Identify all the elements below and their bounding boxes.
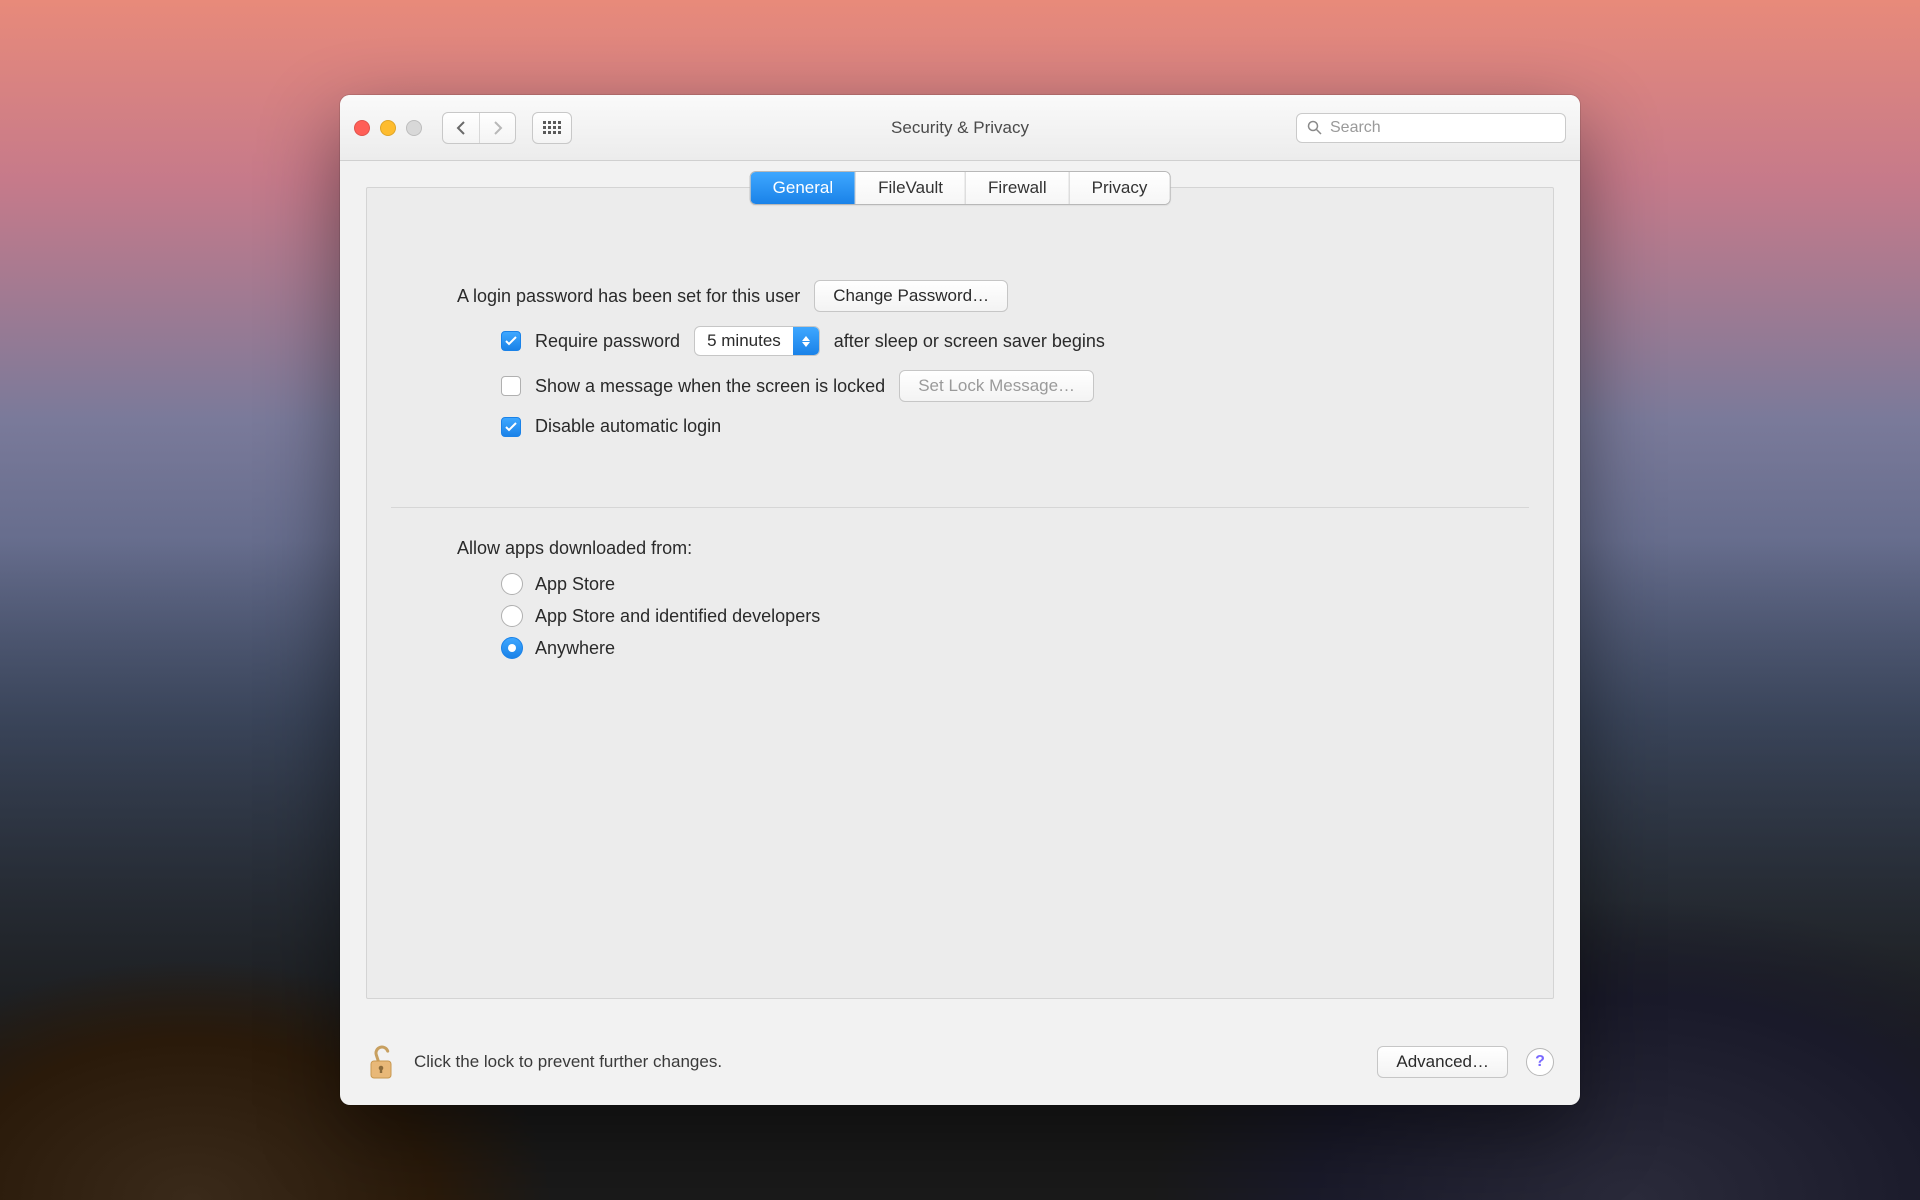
radio-button bbox=[501, 605, 523, 627]
chevron-left-icon bbox=[456, 121, 467, 135]
gatekeeper-option-identified[interactable]: App Store and identified developers bbox=[501, 605, 1463, 627]
back-button[interactable] bbox=[443, 113, 479, 143]
advanced-button[interactable]: Advanced… bbox=[1377, 1046, 1508, 1078]
password-status-text: A login password has been set for this u… bbox=[457, 286, 800, 307]
tab-general[interactable]: General bbox=[751, 172, 855, 204]
lock-button[interactable] bbox=[366, 1043, 396, 1081]
nav-buttons bbox=[442, 112, 516, 144]
gatekeeper-option-app-store[interactable]: App Store bbox=[501, 573, 1463, 595]
show-message-label: Show a message when the screen is locked bbox=[535, 376, 885, 397]
search-icon bbox=[1307, 120, 1322, 135]
require-password-checkbox[interactable] bbox=[501, 331, 521, 351]
disable-auto-login-label: Disable automatic login bbox=[535, 416, 721, 437]
set-lock-message-button: Set Lock Message… bbox=[899, 370, 1094, 402]
require-password-row: Require password 5 minutes after sleep o… bbox=[457, 326, 1463, 356]
check-icon bbox=[505, 336, 517, 346]
footer: Click the lock to prevent further change… bbox=[340, 1025, 1580, 1105]
radio-button bbox=[501, 573, 523, 595]
tab-firewall[interactable]: Firewall bbox=[965, 172, 1069, 204]
require-password-label-before: Require password bbox=[535, 331, 680, 352]
content-area: General FileVault Firewall Privacy A log… bbox=[340, 161, 1580, 1025]
gatekeeper-option-anywhere[interactable]: Anywhere bbox=[501, 637, 1463, 659]
unlocked-lock-icon bbox=[366, 1043, 396, 1081]
radio-label: Anywhere bbox=[535, 638, 615, 659]
search-field[interactable] bbox=[1296, 113, 1566, 143]
disable-auto-login-checkbox[interactable] bbox=[501, 417, 521, 437]
window-controls bbox=[354, 120, 422, 136]
main-panel: General FileVault Firewall Privacy A log… bbox=[366, 187, 1554, 999]
help-button[interactable]: ? bbox=[1526, 1048, 1554, 1076]
password-section: A login password has been set for this u… bbox=[367, 228, 1553, 467]
tab-privacy[interactable]: Privacy bbox=[1069, 172, 1170, 204]
grid-icon bbox=[543, 121, 561, 134]
disable-auto-login-row: Disable automatic login bbox=[457, 416, 1463, 437]
require-password-delay-select[interactable]: 5 minutes bbox=[694, 326, 820, 356]
preferences-window: Security & Privacy General FileVault Fir… bbox=[340, 95, 1580, 1105]
lock-hint-text: Click the lock to prevent further change… bbox=[414, 1052, 722, 1072]
radio-button bbox=[501, 637, 523, 659]
change-password-button[interactable]: Change Password… bbox=[814, 280, 1008, 312]
gatekeeper-options: App Store App Store and identified devel… bbox=[457, 573, 1463, 659]
gatekeeper-heading: Allow apps downloaded from: bbox=[457, 538, 1463, 559]
show-message-checkbox[interactable] bbox=[501, 376, 521, 396]
radio-label: App Store bbox=[535, 574, 615, 595]
close-window-button[interactable] bbox=[354, 120, 370, 136]
gatekeeper-section: Allow apps downloaded from: App Store Ap… bbox=[367, 508, 1553, 689]
chevron-right-icon bbox=[492, 121, 503, 135]
show-all-button[interactable] bbox=[532, 112, 572, 144]
stepper-icon bbox=[793, 327, 819, 355]
require-password-label-after: after sleep or screen saver begins bbox=[834, 331, 1105, 352]
select-value: 5 minutes bbox=[695, 331, 793, 351]
show-message-row: Show a message when the screen is locked… bbox=[457, 370, 1463, 402]
forward-button[interactable] bbox=[479, 113, 515, 143]
tab-bar: General FileVault Firewall Privacy bbox=[750, 171, 1171, 205]
tab-filevault[interactable]: FileVault bbox=[855, 172, 965, 204]
minimize-window-button[interactable] bbox=[380, 120, 396, 136]
radio-label: App Store and identified developers bbox=[535, 606, 820, 627]
check-icon bbox=[505, 422, 517, 432]
titlebar: Security & Privacy bbox=[340, 95, 1580, 161]
password-status-row: A login password has been set for this u… bbox=[457, 280, 1463, 312]
zoom-window-button bbox=[406, 120, 422, 136]
search-input[interactable] bbox=[1330, 119, 1555, 137]
